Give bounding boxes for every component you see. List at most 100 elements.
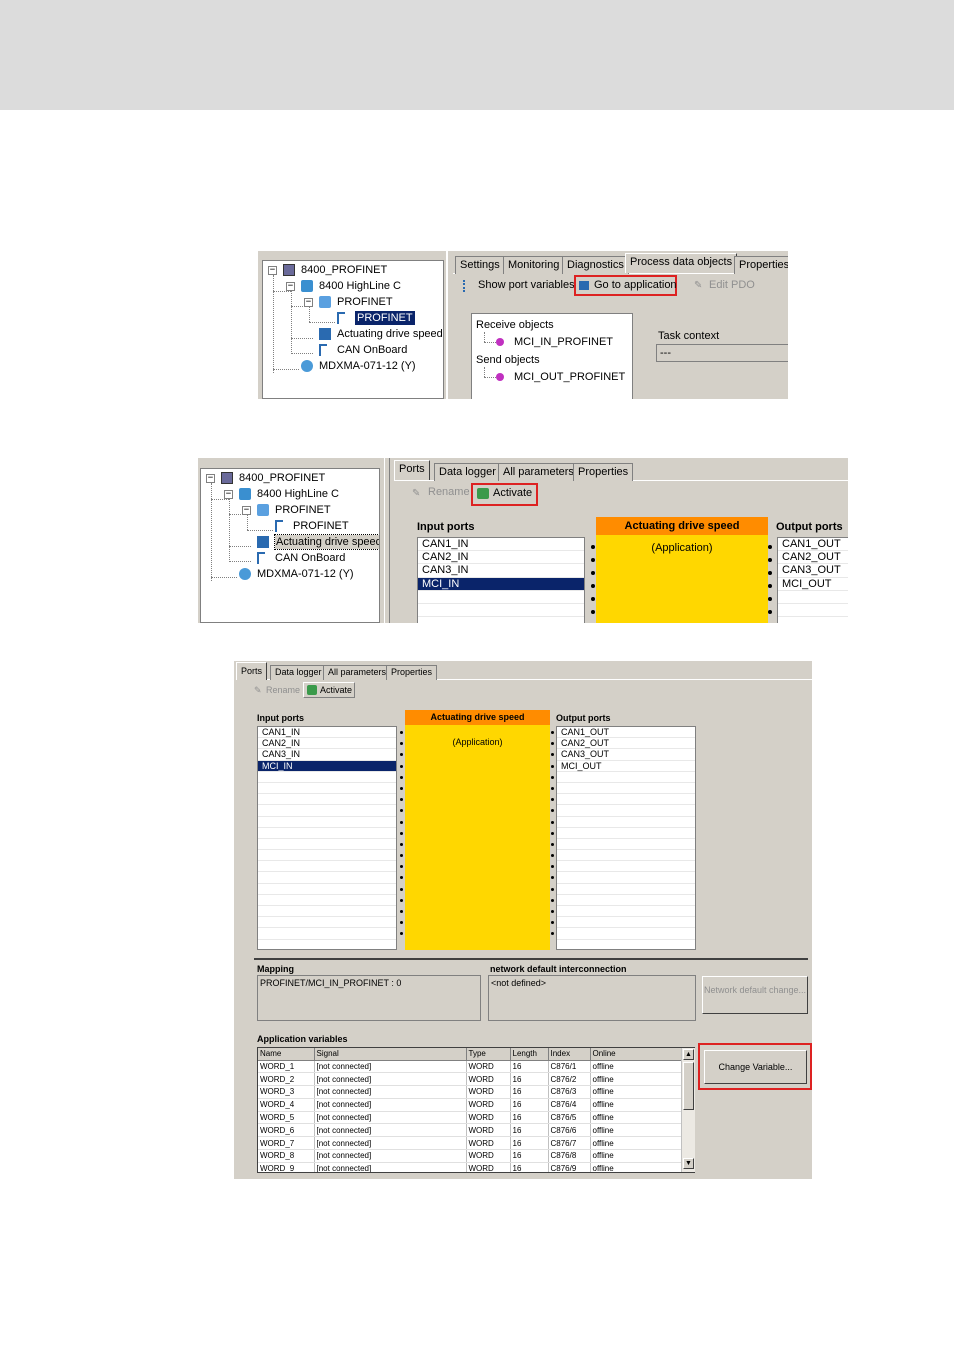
output-port-item[interactable]: CAN3_OUT — [778, 564, 848, 578]
tab-data-logger[interactable]: Data logger — [434, 463, 501, 481]
tab-properties[interactable]: Properties — [573, 463, 634, 481]
rename-button[interactable]: Rename — [266, 685, 300, 695]
tree-node-profinet-port[interactable]: PROFINET — [293, 519, 349, 533]
tree-node-profinet[interactable]: PROFINET — [275, 503, 331, 517]
controller-icon — [239, 488, 251, 500]
tree-node-profinet-port[interactable]: PROFINET — [354, 310, 416, 326]
input-port-item[interactable]: CAN3_IN — [418, 564, 584, 578]
column-header[interactable]: Index — [548, 1048, 591, 1061]
column-header[interactable]: Type — [466, 1048, 511, 1061]
application-block[interactable]: Actuating drive speed (Application) — [596, 517, 768, 623]
output-port-item[interactable]: MCI_OUT — [557, 761, 695, 772]
table-cell: WORD — [466, 1149, 511, 1163]
table-row[interactable]: WORD_8 [not connected] WORD 16 C876/8 offline — [258, 1149, 694, 1163]
tab-diagnostics[interactable]: Diagnostics — [562, 256, 629, 274]
collapse-toggle[interactable]: − — [224, 490, 233, 499]
table-row[interactable]: WORD_6 [not connected] WORD 16 C876/6 offline — [258, 1123, 694, 1138]
input-port-item[interactable]: CAN1_IN — [418, 538, 584, 552]
go-to-application-button[interactable]: Go to application — [594, 279, 677, 291]
can-port-icon — [319, 344, 327, 356]
tab-ports[interactable]: Ports — [236, 662, 268, 680]
application-icon — [257, 536, 269, 548]
input-port-item[interactable]: MCI_IN — [418, 577, 584, 591]
edit-pdo-button[interactable]: Edit PDO — [709, 279, 755, 291]
tab-settings[interactable]: Settings — [455, 256, 505, 274]
network-default-change-button[interactable]: Network default change... — [702, 976, 808, 1014]
table-row[interactable]: WORD_7 [not connected] WORD 16 C876/7 offline — [258, 1136, 694, 1151]
input-port-item[interactable]: CAN2_IN — [258, 738, 396, 750]
input-port-item[interactable]: CAN2_IN — [418, 551, 584, 565]
rename-button[interactable]: Rename — [428, 486, 470, 498]
table-cell: 16 — [510, 1123, 549, 1138]
collapse-toggle[interactable]: − — [304, 298, 313, 307]
output-port-item[interactable]: CAN2_OUT — [778, 551, 848, 565]
pdo-list: Receive objects MCI_IN_PROFINET Send obj… — [471, 313, 633, 399]
table-cell: [not connected] — [314, 1149, 467, 1163]
column-header[interactable]: Name — [258, 1048, 315, 1061]
tree-node-profinet[interactable]: PROFINET — [337, 295, 393, 309]
table-cell: 16 — [510, 1085, 549, 1099]
column-header[interactable]: Length — [510, 1048, 549, 1061]
input-port-item[interactable]: CAN1_IN — [258, 727, 396, 739]
tree-node-project[interactable]: 8400_PROFINET — [239, 471, 325, 485]
tab-all-parameters[interactable]: All parameters — [323, 665, 392, 680]
mci-out-item[interactable]: MCI_OUT_PROFINET — [514, 371, 625, 383]
table-row[interactable]: WORD_1 [not connected] WORD 16 C876/1 offline — [258, 1060, 694, 1074]
table-row[interactable]: WORD_2 [not connected] WORD 16 C876/2 offline — [258, 1072, 694, 1087]
tree-node-controller[interactable]: 8400 HighLine C — [319, 279, 401, 293]
collapse-toggle[interactable]: − — [206, 474, 215, 483]
tree-node-controller[interactable]: 8400 HighLine C — [257, 487, 339, 501]
output-port-item[interactable]: CAN1_OUT — [557, 727, 695, 739]
tab-monitoring[interactable]: Monitoring — [503, 256, 565, 274]
scroll-down-arrow[interactable]: ▼ — [683, 1158, 694, 1169]
scroll-thumb[interactable] — [683, 1062, 694, 1110]
output-ports-list: CAN1_OUT CAN2_OUT CAN3_OUT MCI_OUT — [556, 726, 696, 950]
table-row[interactable]: WORD_3 [not connected] WORD 16 C876/3 offline — [258, 1085, 694, 1099]
change-variable-button[interactable]: Change Variable... — [704, 1050, 807, 1084]
tab-properties[interactable]: Properties — [386, 665, 438, 680]
rename-icon: ✎ — [412, 488, 421, 499]
output-port-item[interactable]: MCI_OUT — [778, 578, 848, 591]
output-port-item[interactable]: CAN1_OUT — [778, 538, 848, 552]
table-cell: offline — [590, 1149, 694, 1163]
tree-node-can[interactable]: CAN OnBoard — [337, 343, 407, 357]
device-tree: − 8400_PROFINET − 8400 HighLine C − PROF… — [200, 468, 380, 623]
tree-node-application[interactable]: Actuating drive speed — [274, 534, 379, 550]
controller-icon — [301, 280, 313, 292]
output-port-item[interactable]: CAN3_OUT — [557, 749, 695, 761]
table-cell: WORD_7 — [258, 1136, 315, 1151]
network-default-value: <not defined> — [491, 978, 547, 988]
mci-in-item[interactable]: MCI_IN_PROFINET — [514, 336, 613, 348]
output-port-item[interactable]: CAN2_OUT — [557, 738, 695, 750]
activate-button[interactable]: Activate — [493, 487, 532, 499]
column-header[interactable]: Online — [590, 1048, 694, 1061]
tree-node-project[interactable]: 8400_PROFINET — [301, 263, 387, 277]
show-port-variables-button[interactable]: Show port variables — [478, 279, 575, 291]
table-row[interactable]: WORD_4 [not connected] WORD 16 C876/4 offline — [258, 1098, 694, 1112]
collapse-toggle[interactable]: − — [286, 282, 295, 291]
tab-data-logger[interactable]: Data logger — [270, 665, 327, 680]
fieldbus-icon — [319, 296, 331, 308]
task-context-field[interactable]: --- — [656, 344, 788, 362]
scroll-up-arrow[interactable]: ▲ — [683, 1049, 694, 1060]
tree-node-can[interactable]: CAN OnBoard — [275, 551, 345, 565]
table-scrollbar[interactable]: ▲ ▼ — [681, 1048, 695, 1172]
tab-process-data-objects[interactable]: Process data objects — [625, 253, 738, 273]
tab-ports[interactable]: Ports — [394, 460, 430, 480]
motor-icon — [301, 360, 313, 372]
table-row[interactable]: WORD_5 [not connected] WORD 16 C876/5 offline — [258, 1111, 694, 1125]
tree-node-motor[interactable]: MDXMA-071-12 (Y) — [319, 359, 416, 373]
application-block[interactable]: Actuating drive speed (Application) — [405, 710, 550, 950]
activate-button[interactable]: Activate — [320, 685, 352, 695]
tree-node-motor[interactable]: MDXMA-071-12 (Y) — [257, 567, 354, 581]
input-port-item[interactable]: CAN3_IN — [258, 749, 396, 761]
tab-all-parameters[interactable]: All parameters — [498, 463, 579, 481]
tree-node-application[interactable]: Actuating drive speed — [337, 327, 443, 341]
input-port-item[interactable]: MCI_IN — [258, 760, 396, 772]
collapse-toggle[interactable]: − — [242, 506, 251, 515]
column-header[interactable]: Signal — [314, 1048, 467, 1061]
collapse-toggle[interactable]: − — [268, 266, 277, 275]
table-row[interactable]: WORD_9 [not connected] WORD 16 C876/9 offline — [258, 1162, 694, 1172]
tab-properties[interactable]: Properties — [734, 256, 788, 274]
table-cell: offline — [590, 1098, 694, 1112]
